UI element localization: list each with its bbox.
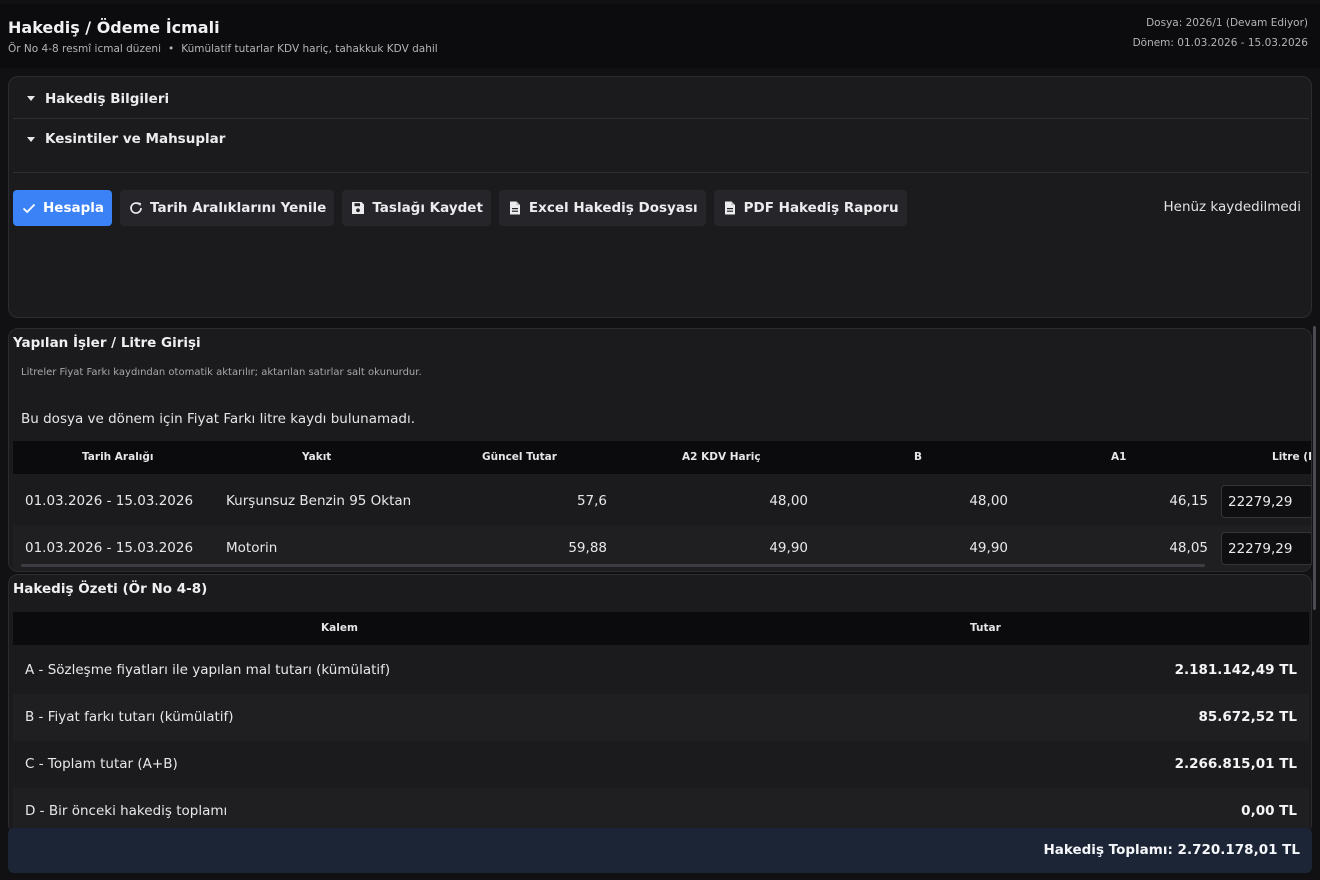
b-cell: 49,90 (969, 540, 1008, 556)
column-header[interactable]: Güncel Tutar (482, 451, 557, 463)
empty-message: Bu dosya ve dönem için Fiyat Farkı litre… (21, 411, 415, 427)
column-header[interactable]: A1 (1111, 451, 1126, 463)
vertical-scrollbar[interactable] (1313, 326, 1316, 610)
check-icon (22, 203, 36, 214)
save-draft-button[interactable]: Taslağı Kaydet (342, 190, 491, 226)
column-header[interactable]: B (914, 451, 922, 463)
document-icon (509, 201, 520, 215)
refresh-label: Tarih Aralıklarını Yenile (150, 200, 327, 216)
column-header[interactable]: Litre (F (1272, 451, 1311, 463)
subtitle-note: Kümülatif tutarlar KDV hariç, tahakkuk K… (181, 43, 438, 55)
calculate-label: Hesapla (43, 200, 105, 216)
excel-export-button[interactable]: Excel Hakediş Dosyası (498, 190, 706, 226)
summary-title: Hakediş Özeti (Ör No 4-8) (13, 581, 208, 597)
pdf-report-button[interactable]: PDF Hakediş Raporu (713, 190, 907, 226)
table-row: 01.03.2026 - 15.03.2026 Kurşunsuz Benzin… (13, 478, 1311, 525)
caret-down-icon (27, 136, 35, 142)
summary-table: Kalem Tutar A - Sözleşme fiyatları ile y… (13, 612, 1309, 833)
date-range-cell: 01.03.2026 - 15.03.2026 (25, 493, 194, 509)
fuel-cell: Motorin (226, 540, 278, 556)
file-meta: Dosya: 2026/1 (Devam Ediyor) Dönem: 01.0… (1133, 13, 1308, 53)
item-label: D - Bir önceki hakediş toplamı (25, 803, 228, 819)
file-label: Dosya: 2026/1 (Devam Ediyor) (1146, 17, 1308, 29)
section-label: Hakediş Bilgileri (45, 90, 170, 107)
divider (13, 172, 1309, 173)
table-row: A - Sözleşme fiyatları ile yapılan mal t… (13, 647, 1309, 694)
a2-cell: 48,00 (769, 493, 808, 509)
refresh-ranges-button[interactable]: Tarih Aralıklarını Yenile (120, 190, 335, 226)
save-draft-label: Taslağı Kaydet (372, 200, 483, 216)
column-header[interactable]: Tutar (970, 622, 1001, 634)
page-subtitle: Ör No 4-8 resmî icmal düzeni • Kümülatif t… (8, 43, 438, 55)
settings-card: Hakediş Bilgileri Kesintiler ve Mahsupla… (8, 76, 1312, 318)
section-label: Kesintiler ve Mahsuplar (45, 131, 226, 147)
a1-cell: 46,15 (1169, 493, 1208, 509)
works-title: Yapılan İşler / Litre Girişi (13, 335, 201, 351)
table-header: Kalem Tutar (13, 612, 1309, 645)
subtitle-format: Ör No 4-8 resmî icmal düzeni (8, 43, 161, 55)
horizontal-scrollbar[interactable] (21, 564, 1205, 567)
page-header: Hakediş / Ödeme İcmali Ör No 4-8 resmî i… (0, 4, 1320, 68)
page-title: Hakediş / Ödeme İcmali (8, 18, 220, 37)
column-header[interactable]: A2 KDV Hariç (682, 451, 761, 463)
section-kesintiler[interactable]: Kesintiler ve Mahsuplar (13, 119, 1309, 159)
calculate-button[interactable]: Hesapla (13, 190, 113, 226)
pdf-label: PDF Hakediş Raporu (743, 200, 899, 216)
column-header[interactable]: Yakıt (302, 451, 331, 463)
refresh-icon (130, 202, 142, 214)
works-note: Litreler Fiyat Farkı kaydından otomatik … (21, 367, 422, 378)
period-label: Dönem: 01.03.2026 - 15.03.2026 (1132, 37, 1308, 49)
current-amount-cell: 57,6 (576, 493, 607, 509)
item-amount: 2.181.142,49 TL (1174, 662, 1297, 678)
works-card: Yapılan İşler / Litre Girişi Litreler Fi… (8, 328, 1312, 572)
caret-down-icon (27, 96, 35, 101)
item-amount: 0,00 TL (1241, 803, 1297, 819)
current-amount-cell: 59,88 (568, 540, 607, 556)
subtitle-separator: • (168, 43, 175, 55)
litre-input[interactable] (1221, 485, 1311, 518)
floppy-disk-icon (352, 202, 365, 214)
fuel-cell: Kurşunsuz Benzin 95 Oktan (226, 493, 412, 509)
item-amount: 85.672,52 TL (1198, 709, 1297, 725)
column-header[interactable]: Tarih Aralığı (82, 451, 154, 463)
works-table: Tarih Aralığı Yakıt Güncel Tutar A2 KDV … (13, 441, 1311, 571)
section-hakedis-bilgileri[interactable]: Hakediş Bilgileri (13, 79, 1309, 119)
item-label: B - Fiyat farkı tutarı (kümülatif) (25, 709, 234, 725)
a2-cell: 49,90 (769, 540, 808, 556)
b-cell: 48,00 (969, 493, 1008, 509)
action-toolbar: Hesapla Tarih Aralıklarını Yenile Taslağ… (13, 190, 907, 226)
document-icon (724, 201, 735, 215)
excel-label: Excel Hakediş Dosyası (528, 200, 698, 216)
a1-cell: 48,05 (1169, 540, 1208, 556)
litre-input[interactable] (1221, 532, 1311, 565)
table-header: Tarih Aralığı Yakıt Güncel Tutar A2 KDV … (13, 441, 1311, 474)
item-label: C - Toplam tutar (A+B) (25, 756, 178, 772)
total-bar: Hakediş Toplamı: 2.720.178,01 TL (8, 828, 1312, 873)
date-range-cell: 01.03.2026 - 15.03.2026 (25, 540, 194, 556)
column-header[interactable]: Kalem (321, 622, 358, 634)
summary-card: Hakediş Özeti (Ör No 4-8) Kalem Tutar A … (8, 574, 1312, 834)
grand-total: Hakediş Toplamı: 2.720.178,01 TL (1043, 842, 1300, 858)
item-amount: 2.266.815,01 TL (1174, 756, 1297, 772)
table-row: B - Fiyat farkı tutarı (kümülatif) 85.67… (13, 694, 1309, 741)
item-label: A - Sözleşme fiyatları ile yapılan mal t… (25, 662, 391, 678)
table-row: C - Toplam tutar (A+B) 2.266.815,01 TL (13, 741, 1309, 788)
save-status: Henüz kaydedilmedi (1163, 199, 1301, 215)
